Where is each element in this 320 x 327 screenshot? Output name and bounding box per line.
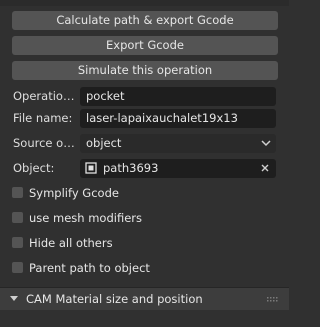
checkbox-label: Symplify Gcode bbox=[29, 186, 119, 200]
object-field[interactable]: path3693 bbox=[80, 159, 276, 178]
chevron-down-icon bbox=[10, 296, 18, 301]
curve-object-icon bbox=[85, 162, 97, 174]
operation-name-field[interactable]: pocket bbox=[80, 87, 276, 106]
source-dropdown[interactable]: object bbox=[80, 134, 276, 153]
section-title: CAM Material size and position bbox=[26, 292, 203, 306]
checkbox-label: Parent path to object bbox=[29, 261, 150, 275]
checkbox-label: Hide all others bbox=[29, 236, 113, 250]
source-label: Source of d... bbox=[13, 136, 75, 150]
checkbox-box[interactable] bbox=[12, 262, 23, 273]
object-label: Object: bbox=[13, 161, 55, 175]
simulate-operation-button[interactable]: Simulate this operation bbox=[12, 61, 278, 80]
object-value: path3693 bbox=[103, 161, 159, 175]
file-name-label: File name: bbox=[13, 111, 73, 125]
drag-handle-icon[interactable] bbox=[267, 297, 279, 302]
file-name-field[interactable]: laser-lapaixauchalet19x13 bbox=[80, 109, 276, 128]
source-value: object bbox=[86, 136, 122, 150]
panel-top-edge bbox=[0, 0, 289, 6]
close-icon[interactable] bbox=[259, 159, 271, 178]
chevron-down-icon bbox=[261, 140, 271, 147]
checkbox-box[interactable] bbox=[12, 212, 23, 223]
operation-name-label: Operation ... bbox=[13, 89, 75, 103]
checkbox-label: use mesh modifiers bbox=[29, 211, 142, 225]
panel-bottom bbox=[0, 310, 289, 327]
calculate-export-gcode-button[interactable]: Calculate path & export Gcode bbox=[12, 11, 278, 30]
cam-material-section-header[interactable]: CAM Material size and position bbox=[0, 287, 289, 311]
checkbox-box[interactable] bbox=[12, 237, 23, 248]
cam-operation-panel: Calculate path & export Gcode Export Gco… bbox=[0, 0, 289, 327]
checkbox-box[interactable] bbox=[12, 187, 23, 198]
export-gcode-button[interactable]: Export Gcode bbox=[12, 36, 278, 55]
